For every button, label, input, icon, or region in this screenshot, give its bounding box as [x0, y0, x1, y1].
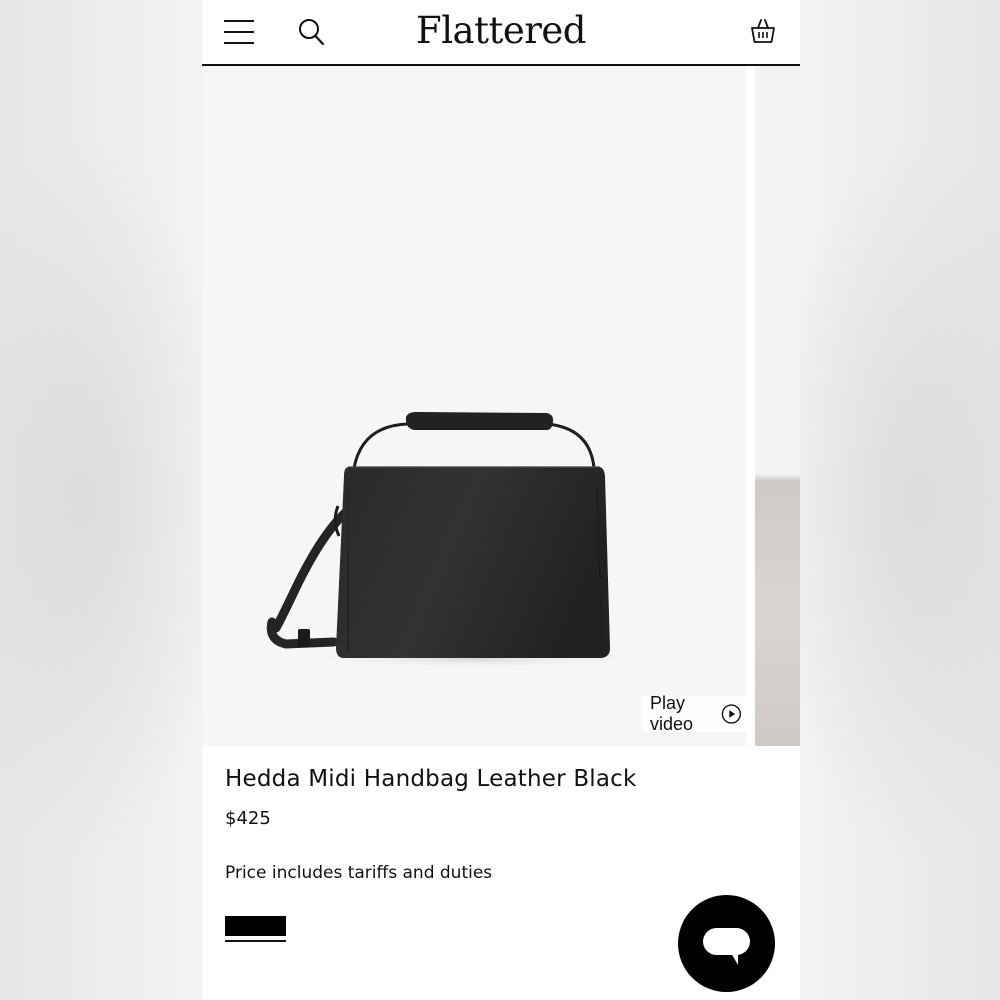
tariff-note: Price includes tariffs and duties [225, 863, 493, 883]
search-icon[interactable] [298, 17, 326, 47]
color-swatch-black[interactable] [225, 916, 286, 943]
brand-logo[interactable]: Flattered [362, 8, 640, 54]
site-header: Flattered [202, 0, 800, 66]
product-price: $425 [225, 808, 271, 829]
next-product-image[interactable] [755, 66, 800, 746]
product-title: Hedda Midi Handbag Leather Black [225, 766, 637, 792]
product-image[interactable]: Play video [202, 66, 746, 746]
swatch-selected-indicator [225, 940, 286, 942]
play-circle-icon [721, 704, 742, 724]
play-video-button[interactable]: Play video [642, 693, 746, 734]
chat-button[interactable] [678, 895, 775, 992]
basket-icon[interactable] [750, 17, 776, 45]
play-video-label: Play video [650, 693, 694, 734]
product-image-gallery[interactable]: Play video [202, 66, 800, 746]
handbag-image [266, 412, 657, 669]
swatch-fill [225, 916, 286, 936]
mobile-page: Flattered Play video Hedda Midi Handbag … [202, 0, 800, 1000]
chat-bubble-icon [703, 928, 750, 965]
hamburger-menu-icon[interactable] [224, 18, 254, 46]
